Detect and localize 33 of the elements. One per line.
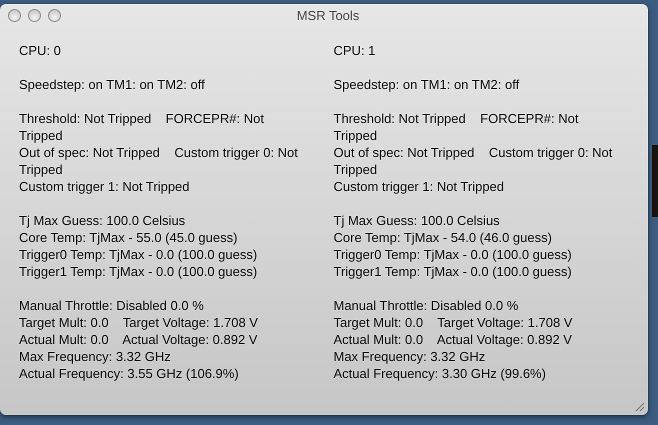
status-text: Trigger0 Temp: TjMax - 0.0 (100.0 guess) <box>19 246 258 263</box>
status-text: CPU: 0 <box>19 42 62 59</box>
status-text: Actual Frequency: 3.30 GHz (99.6%) <box>334 365 547 382</box>
status-text: Custom trigger 1: Not Tripped <box>19 178 191 195</box>
zoom-button[interactable] <box>48 8 61 22</box>
status-text: Actual Mult: 0.0 Actual Voltage: 0.892 V <box>19 331 258 348</box>
status-text: Threshold: Not Tripped FORCEPR#: Not Tripped <box>334 110 580 144</box>
minimize-button[interactable] <box>28 8 41 22</box>
resize-grip-icon[interactable] <box>633 400 645 412</box>
status-text: Threshold: Not Tripped FORCEPR#: Not Tripped <box>19 110 265 144</box>
status-text: Max Frequency: 3.32 GHz <box>19 348 172 365</box>
status-text: Actual Frequency: 3.55 GHz (106.9%) <box>19 365 240 382</box>
status-text: Trigger0 Temp: TjMax - 0.0 (100.0 guess) <box>334 246 573 263</box>
status-text: Speedstep: on TM1: on TM2: off <box>334 76 520 93</box>
status-text: Core Temp: TjMax - 55.0 (45.0 guess) <box>19 229 238 246</box>
status-text: Speedstep: on TM1: on TM2: off <box>19 76 206 93</box>
status-text: Out of spec: Not Tripped Custom trigger 0: Not Tripped <box>334 144 614 178</box>
window-title: MSR Tools <box>296 8 360 22</box>
status-text: Trigger1 Temp: TjMax - 0.0 (100.0 guess) <box>19 263 258 280</box>
status-text: Core Temp: TjMax - 54.0 (46.0 guess) <box>334 229 553 246</box>
status-text: Target Mult: 0.0 Target Voltage: 1.708 V <box>334 314 574 331</box>
status-text: Custom trigger 1: Not Tripped <box>334 178 506 195</box>
status-text: Max Frequency: 3.32 GHz <box>334 348 486 365</box>
status-text: Tj Max Guess: 100.0 Celsius <box>19 212 186 229</box>
status-text: Target Mult: 0.0 Target Voltage: 1.708 V <box>19 314 259 331</box>
status-text: Manual Throttle: Disabled 0.0 % <box>334 297 520 314</box>
status-text: CPU: 1 <box>334 42 376 59</box>
status-text: Out of spec: Not Tripped Custom trigger 0: Not Tripped <box>19 144 299 178</box>
status-text: Actual Mult: 0.0 Actual Voltage: 0.892 V <box>334 331 573 348</box>
status-text: Tj Max Guess: 100.0 Celsius <box>334 212 501 229</box>
close-button[interactable] <box>8 8 21 22</box>
status-text: Trigger1 Temp: TjMax - 0.0 (100.0 guess) <box>334 263 573 280</box>
status-text: Manual Throttle: Disabled 0.0 % <box>19 297 205 314</box>
